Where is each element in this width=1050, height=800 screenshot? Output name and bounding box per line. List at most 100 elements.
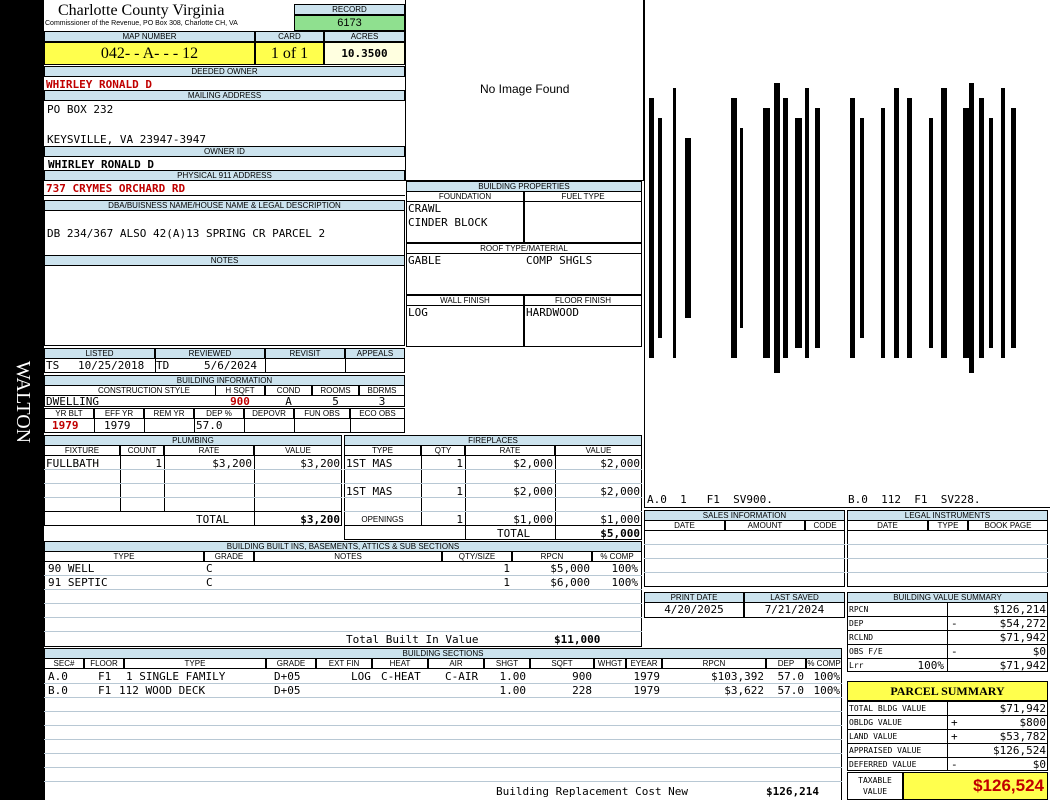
acres-label: ACRES [324, 31, 405, 42]
dep-value: 57.0 [196, 419, 223, 432]
foundation-box: CRAWL CINDER BLOCK [406, 201, 524, 243]
sec-a-shgt: 1.00 [499, 670, 527, 683]
sec-b-floor: F1 [98, 684, 112, 697]
taxable-value-box: $126,524 [903, 772, 1048, 800]
sec-b-type: 112 WOOD DECK [119, 684, 206, 697]
taxable-label-2: VALUE [862, 787, 888, 796]
vs-obs-label: OBS F/E [849, 647, 883, 656]
sketch-label-b: B.0 112 F1 SV228. [848, 493, 981, 506]
ps-deferred-value: $0 [1032, 758, 1046, 771]
vs-rclnd-value: $71,942 [999, 631, 1046, 644]
fireplaces-total: $5,000 [600, 527, 640, 540]
side-label: WALTON [12, 360, 34, 444]
image-area: No Image Found [405, 0, 644, 181]
no-image-text: No Image Found [480, 82, 570, 96]
sketch-label-a: A.0 1 F1 SV900. [647, 493, 773, 506]
builtin-1-type: 90 WELL [48, 562, 95, 575]
floor-finish-box: HARDWOOD [524, 305, 642, 347]
parcel-summary-title: PARCEL SUMMARY [847, 681, 1048, 701]
map-number-label: MAP NUMBER [44, 31, 255, 42]
replacement-cost-label: Building Replacement Cost New [496, 785, 689, 798]
vs-lrr-label: Lrr [849, 661, 864, 670]
last-saved-date: 7/21/2024 [764, 603, 825, 616]
builtin-2-comp: 100% [611, 576, 639, 589]
builtin-1-rpcn: $5,000 [550, 562, 590, 575]
listed-date: 10/25/2018 [78, 359, 145, 372]
sec-b-eyear: 1979 [633, 684, 661, 697]
ps-appraised-value: $126,524 [993, 744, 1046, 757]
builtin-1-comp: 100% [611, 562, 639, 575]
sec-a-air: C-AIR [445, 670, 479, 683]
sec-a-floor: F1 [98, 670, 112, 683]
owner-id-label: OWNER ID [44, 146, 405, 157]
sec-a-type: 1 SINGLE FAMILY [126, 670, 226, 683]
builtin-2-qty: 1 [503, 576, 510, 589]
sec-b-sec: B.0 [48, 684, 68, 697]
mailing-line-1: PO BOX 232 [47, 103, 114, 116]
sec-a-dep: 57.0 [777, 670, 805, 683]
sec-b-grade: D+05 [274, 684, 301, 697]
fireplace-1-value: $2,000 [600, 457, 640, 470]
openings-value: $1,000 [600, 513, 640, 526]
record-label: RECORD [294, 4, 405, 15]
construction-style: DWELLING [46, 395, 99, 408]
fuel-type-box [524, 201, 642, 243]
sec-a-rpcn: $103,392 [711, 670, 764, 683]
record-value: 6173 [294, 15, 405, 31]
vs-dep-value: $54,272 [999, 617, 1046, 630]
sec-a-eyear: 1979 [633, 670, 661, 683]
sec-a-sqft: 900 [572, 670, 592, 683]
reviewed-date: 5/6/2024 [204, 359, 257, 372]
vs-rpcn-value: $126,214 [993, 603, 1046, 616]
plumbing-fixture: FULLBATH [46, 457, 99, 470]
mailing-address-label: MAILING ADDRESS [44, 90, 405, 101]
vs-dep-label: DEP [849, 619, 864, 628]
openings-qty: 1 [456, 513, 463, 526]
map-number: 042- - A- - - 12 [44, 42, 255, 65]
notes-box [44, 265, 405, 346]
plumbing-total-label: TOTAL [196, 513, 230, 526]
ps-total-bldg-label: TOTAL BLDG VALUE [849, 704, 927, 713]
hsqft-value: 900 [230, 395, 250, 408]
effyr-value: 1979 [104, 419, 131, 432]
plumbing-count: 1 [155, 457, 162, 470]
sec-a-ext: LOG [351, 670, 371, 683]
physical-address-label: PHYSICAL 911 ADDRESS [44, 170, 405, 181]
ps-obldg-label: OBLDG VALUE [849, 718, 902, 727]
commissioner-text: Commissioner of the Revenue, PO Box 308,… [45, 20, 238, 27]
sec-b-rpcn: $3,622 [724, 684, 764, 697]
ps-land-label: LAND VALUE [849, 732, 898, 741]
vs-rpcn-label: RPCN [849, 605, 869, 614]
sec-a-comp: 100% [813, 670, 841, 683]
legal-description-box: DB 234/367 ALSO 42(A)13 SPRING CR PARCEL… [44, 210, 405, 256]
sketch-area: A.0 1 F1 SV900. B.0 112 F1 SV228. [644, 0, 1050, 508]
wall-finish-box: LOG [406, 305, 524, 347]
built-ins-total-label: Total Built In Value [346, 633, 479, 646]
fireplace-1-type: 1ST MAS [346, 457, 393, 470]
fireplace-1-qty: 1 [456, 457, 463, 470]
ps-obldg-value: $800 [1019, 716, 1047, 729]
taxable-value: $126,524 [973, 776, 1044, 795]
sec-a-sec: A.0 [48, 670, 68, 683]
ps-appraised-label: APPRAISED VALUE [849, 746, 922, 755]
plumbing-rate: $3,200 [212, 457, 252, 470]
sketch-drawing [649, 83, 1016, 373]
taxable-label-1: TAXABLE [858, 776, 892, 785]
legal-description: DB 234/367 ALSO 42(A)13 SPRING CR PARCEL… [47, 227, 326, 240]
rooms-value: 5 [332, 395, 339, 408]
taxable-label-box: TAXABLE VALUE [847, 772, 903, 800]
plumbing-value: $3,200 [300, 457, 340, 470]
sec-b-sqft: 228 [572, 684, 592, 697]
fireplace-2-value: $2,000 [600, 485, 640, 498]
vs-lrr-value: $71,942 [999, 659, 1046, 672]
yrblt-value: 1979 [52, 419, 79, 432]
fireplace-2-qty: 1 [456, 485, 463, 498]
card-number: 1 of 1 [255, 42, 324, 65]
plumbing-total: $3,200 [300, 513, 340, 526]
reviewed-by: TD [156, 359, 170, 372]
cond-value: A [285, 395, 292, 408]
openings-rate: $1,000 [513, 513, 553, 526]
builtin-2-type: 91 SEPTIC [48, 576, 108, 589]
openings-label: OPENINGS [361, 515, 404, 524]
vs-rclnd-label: RCLND [849, 633, 874, 642]
